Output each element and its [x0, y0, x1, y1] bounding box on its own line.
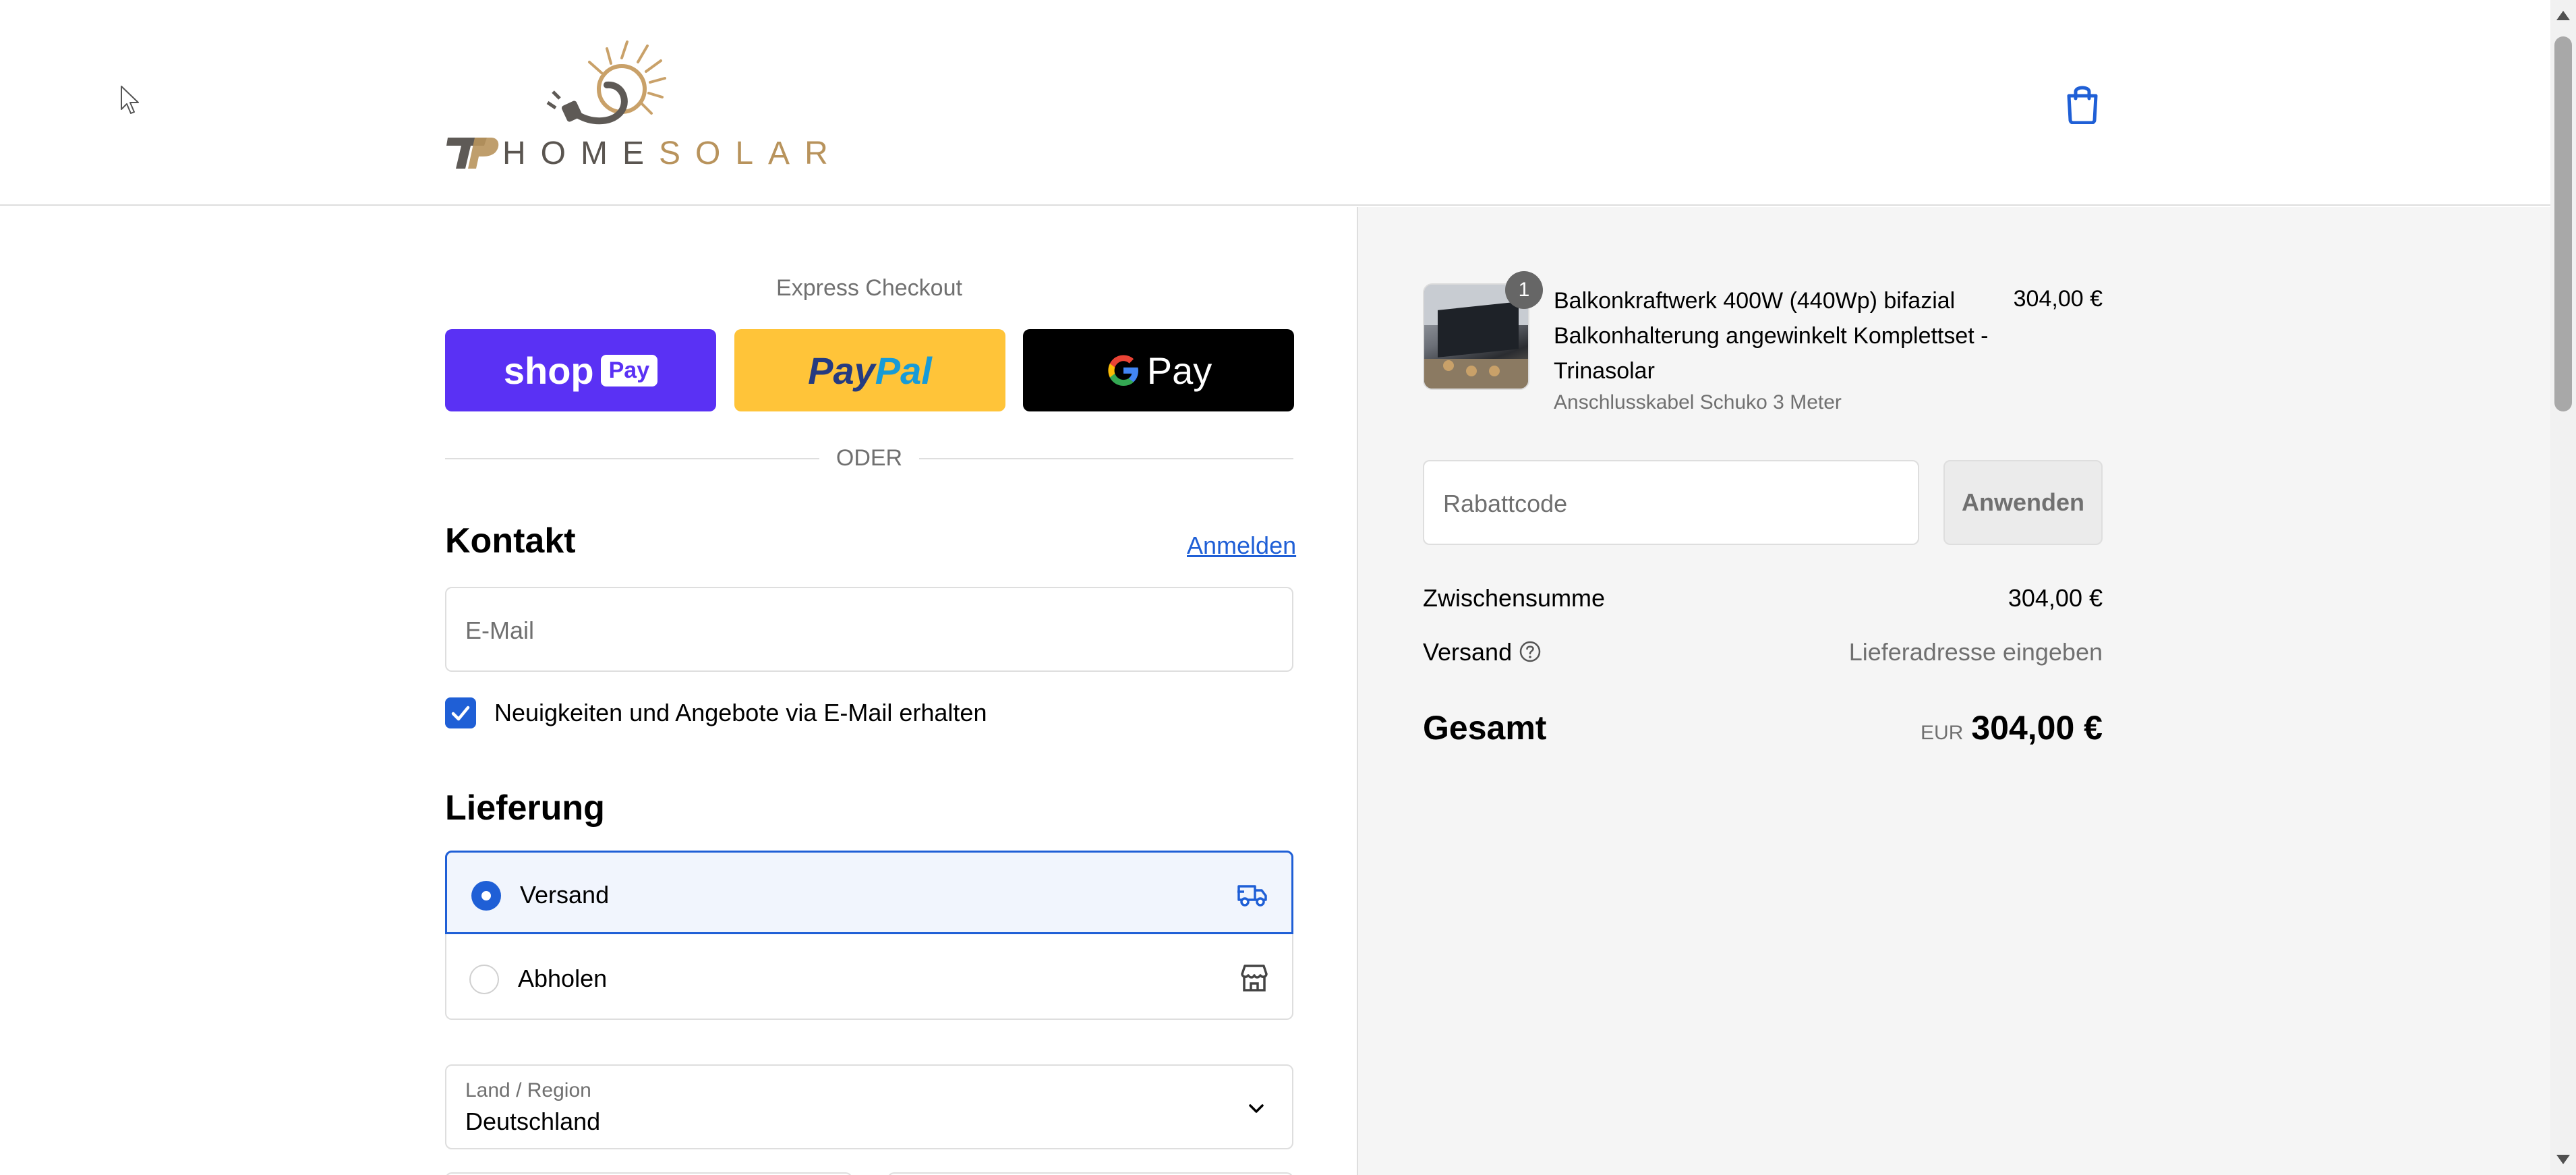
- contact-title: Kontakt: [445, 521, 576, 561]
- pickup-radio[interactable]: [469, 965, 499, 994]
- paypal-wordmark: PayPal: [808, 349, 932, 392]
- product-variant: Anschlusskabel Schuko 3 Meter: [1554, 391, 1842, 413]
- product-price: 304,00 €: [2013, 286, 2103, 312]
- total-value: 304,00 €: [1971, 709, 2103, 747]
- shop-pay-badge: Pay: [600, 354, 658, 386]
- login-link[interactable]: Anmelden: [1187, 532, 1296, 560]
- discount-code-field[interactable]: Rabattcode: [1423, 460, 1919, 545]
- discount-placeholder: Rabattcode: [1443, 490, 1568, 517]
- email-placeholder: E-Mail: [465, 617, 535, 644]
- google-pay-button[interactable]: Pay: [1023, 329, 1294, 411]
- scroll-down-arrow-icon[interactable]: [2556, 1155, 2570, 1164]
- first-name-field[interactable]: [445, 1172, 852, 1175]
- country-select[interactable]: Land / Region Deutschland: [445, 1064, 1293, 1149]
- pickup-label: Abholen: [518, 965, 608, 992]
- delivery-option-shipping[interactable]: Versand: [445, 851, 1293, 934]
- subtotal-row: Zwischensumme 304,00 €: [1423, 584, 2103, 612]
- page-scrollbar[interactable]: [2550, 0, 2576, 1175]
- store-icon: [1238, 962, 1270, 994]
- product-title: Balkonkraftwerk 400W (440Wp) bifazial Ba…: [1554, 288, 1989, 384]
- truck-icon: [1236, 878, 1268, 911]
- total-label: Gesamt: [1423, 709, 1547, 747]
- scroll-up-arrow-icon[interactable]: [2556, 11, 2570, 20]
- logo-wordmark: HOMESOLAR: [502, 136, 843, 171]
- email-field[interactable]: E-Mail: [445, 587, 1293, 672]
- help-circle-icon[interactable]: [1519, 640, 1542, 663]
- shipping-summary-value: Lieferadresse eingeben: [1848, 638, 2103, 666]
- or-divider: ODER: [445, 445, 1293, 472]
- express-checkout-label: Express Checkout: [776, 275, 962, 301]
- google-g-icon: [1108, 355, 1138, 386]
- country-label: Land / Region: [465, 1079, 591, 1101]
- homesolar-logo[interactable]: HOMESOLAR: [445, 35, 828, 175]
- shop-pay-button[interactable]: shop Pay: [445, 329, 716, 411]
- total-currency: EUR: [1921, 722, 1964, 744]
- shopping-bag-icon[interactable]: [2063, 82, 2101, 125]
- shipping-label: Versand: [520, 881, 610, 909]
- quantity-badge: 1: [1505, 271, 1543, 309]
- subtotal-value: 304,00 €: [2008, 584, 2103, 612]
- shipping-row: Versand Lieferadresse eingeben: [1423, 638, 2103, 666]
- mouse-cursor-icon: [120, 85, 140, 116]
- shipping-summary-label: Versand: [1423, 638, 1513, 666]
- subtotal-label: Zwischensumme: [1423, 584, 1606, 612]
- chevron-down-icon: [1245, 1097, 1268, 1120]
- apply-discount-button[interactable]: Anwenden: [1943, 460, 2103, 545]
- google-pay-wordmark: Pay: [1146, 349, 1212, 392]
- total-row: Gesamt EUR 304,00 €: [1423, 708, 2103, 747]
- newsletter-label[interactable]: Neuigkeiten und Angebote via E-Mail erha…: [494, 699, 987, 727]
- country-value: Deutschland: [465, 1108, 601, 1135]
- scrollbar-thumb[interactable]: [2554, 36, 2572, 411]
- delivery-title: Lieferung: [445, 789, 605, 828]
- checkmark-icon: [451, 706, 470, 721]
- or-divider-text: ODER: [836, 445, 903, 471]
- shipping-radio[interactable]: [471, 881, 501, 911]
- paypal-button[interactable]: PayPal: [734, 329, 1005, 411]
- delivery-option-pickup[interactable]: Abholen: [445, 936, 1293, 1020]
- last-name-field[interactable]: [887, 1172, 1293, 1175]
- newsletter-checkbox[interactable]: [445, 697, 476, 728]
- shop-pay-wordmark: shop: [503, 349, 594, 392]
- header: HOMESOLAR: [0, 0, 2550, 206]
